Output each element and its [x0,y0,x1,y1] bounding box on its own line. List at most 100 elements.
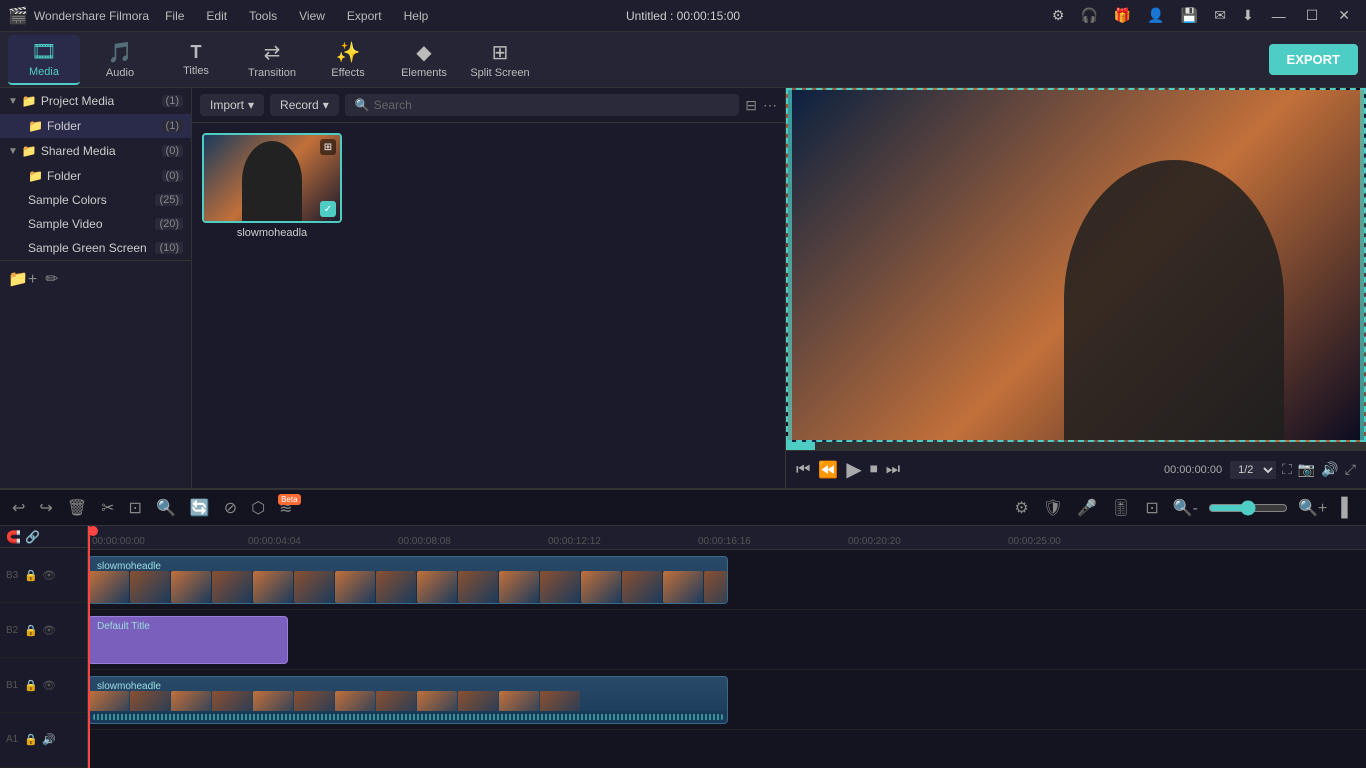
mail-icon[interactable]: ✉ [1208,5,1232,26]
rename-icon[interactable]: ✏ [45,269,58,289]
project-media-folder-count: (1) [162,120,183,132]
record-button[interactable]: Record ▾ [270,94,339,116]
export-button[interactable]: EXPORT [1269,44,1358,75]
track-a1[interactable] [88,730,1366,768]
rotate-button[interactable]: 🔄 [186,496,214,520]
project-media-folder[interactable]: 📁 Folder (1) [0,114,191,138]
sample-colors-item[interactable]: Sample Colors (25) [0,188,191,212]
crop-button[interactable]: ⊡ [125,496,146,520]
stop-button[interactable]: ⏹ [870,461,878,479]
eye-b1-icon[interactable]: 👁 [42,679,56,692]
toolbar-audio[interactable]: 🎵 Audio [84,35,156,85]
preview-fullscreen-icon[interactable]: ⛶ [1282,461,1292,478]
shared-media-section: ▼ 📁 Shared Media (0) 📁 Folder (0) [0,138,191,188]
delete-button[interactable]: 🗑 [63,496,91,520]
user-icon[interactable]: 👤 [1141,5,1170,26]
add-folder-icon[interactable]: 📁+ [8,269,37,289]
eye-a1-icon[interactable]: 🔊 [42,733,56,746]
step-back-button[interactable]: ⏪ [818,460,838,480]
play-button[interactable]: ▶ [846,457,861,482]
audio-clip-b1[interactable]: slowmoheadle [88,676,728,724]
keyframe-button[interactable]: ⬡ [247,496,269,520]
grid-icon: ⊞ [320,139,336,155]
menu-view[interactable]: View [289,5,335,27]
link-icon[interactable]: 🔗 [25,530,40,544]
track-b2[interactable]: Default Title [88,610,1366,670]
preview-more-icon[interactable]: ⤢ [1345,461,1356,478]
preview-time-display: 00:00:00:00 [1164,464,1222,476]
search-box[interactable]: 🔍 Search [345,94,740,116]
titlebar-menu: File Edit Tools View Export Help [155,5,438,27]
cut-button[interactable]: ✂ [97,496,118,520]
mic-button[interactable]: 🎤 [1073,496,1101,520]
project-media-header[interactable]: ▼ 📁 Project Media (1) [0,88,191,114]
save-icon[interactable]: 💾 [1175,5,1204,26]
track-b3[interactable]: slowmoheadle [88,550,1366,610]
track-label-a1: A1 🔒 🔊 [0,713,87,768]
preview-volume-icon[interactable]: 🔊 [1321,461,1338,478]
menu-edit[interactable]: Edit [196,5,237,27]
toolbar-effects[interactable]: ✨ Effects [312,35,384,85]
eye-b2-icon[interactable]: 👁 [42,624,56,637]
gift-icon[interactable]: 🎁 [1108,5,1137,26]
menu-help[interactable]: Help [394,5,439,27]
shared-media-folder-label: Folder [47,169,162,183]
elements-icon: ◆ [416,40,431,65]
ruler-mark-3: 00:00:12:12 [548,536,601,547]
preview-progress-bar[interactable] [786,442,1366,450]
titlebar-left: 🎬 Wondershare Filmora File Edit Tools Vi… [0,5,438,27]
render-button[interactable]: ⚙ [1010,496,1032,520]
audio-icon: 🎵 [108,40,133,65]
zoom-in-button[interactable]: 🔍+ [1294,496,1331,520]
menu-export[interactable]: Export [337,5,392,27]
timeline-options-button[interactable]: ▌ [1337,495,1358,520]
toolbar-titles[interactable]: T Titles [160,35,232,85]
zoom-button[interactable]: 🔍 [152,496,180,520]
video-clip-b3[interactable]: slowmoheadle [88,556,728,604]
preview-quality-select[interactable]: 1/2 Full [1230,461,1276,479]
toolbar-media[interactable]: 🎞 Media [8,35,80,85]
shared-media-header[interactable]: ▼ 📁 Shared Media (0) [0,138,191,164]
undo-button[interactable]: ↩ [8,496,29,520]
lock-b3-icon[interactable]: 🔒 [24,569,38,582]
audio-mix-button[interactable]: 🎚 [1107,496,1135,520]
maximize-button[interactable]: ☐ [1298,5,1327,26]
title-clip-b2[interactable]: Default Title [88,616,288,664]
lock-b1-icon[interactable]: 🔒 [24,679,38,692]
lock-b2-icon[interactable]: 🔒 [24,624,38,637]
download-icon[interactable]: ⬇ [1236,5,1260,26]
shield-button[interactable]: 🛡 [1039,496,1067,520]
sample-video-item[interactable]: Sample Video (20) [0,212,191,236]
preview-snapshot-icon[interactable]: 📷 [1298,461,1315,478]
lock-a1-icon[interactable]: 🔒 [24,733,38,746]
settings-icon[interactable]: ⚙ [1046,5,1071,26]
redo-button[interactable]: ↪ [35,496,56,520]
toolbar-transition[interactable]: ⇄ Transition [236,35,308,85]
zoom-slider[interactable] [1208,500,1288,516]
audio-label: Audio [106,67,134,79]
minimize-button[interactable]: — [1264,6,1294,26]
skip-back-button[interactable]: ⏮ [796,461,810,479]
captions-button[interactable]: ⊡ [1141,496,1162,520]
filter-icon[interactable]: ⊟ [745,97,757,114]
toolbar-elements[interactable]: ◆ Elements [388,35,460,85]
zoom-out-button[interactable]: 🔍- [1169,496,1202,520]
menu-tools[interactable]: Tools [239,5,287,27]
toolbar-splitscreen[interactable]: ⊞ Split Screen [464,35,536,85]
mask-button[interactable]: ⊘ [220,496,241,520]
menu-file[interactable]: File [155,5,194,27]
more-options-icon[interactable]: ⋯ [763,97,777,114]
magnet-icon[interactable]: 🧲 [6,530,21,544]
eye-b3-icon[interactable]: 👁 [42,569,56,582]
headphones-icon[interactable]: 🎧 [1074,5,1103,26]
audio-stretch-button[interactable]: ≋ Beta [275,496,296,520]
splitscreen-icon: ⊞ [492,40,509,65]
sample-green-screen-item[interactable]: Sample Green Screen (10) [0,236,191,260]
track-b1[interactable]: slowmoheadle [88,670,1366,730]
import-button[interactable]: Import ▾ [200,94,264,116]
close-button[interactable]: ✕ [1330,5,1358,26]
shared-media-folder[interactable]: 📁 Folder (0) [0,164,191,188]
list-item[interactable]: ⊞ ✓ slowmoheadla [202,133,342,239]
skip-forward-button[interactable]: ⏭ [886,461,900,479]
media-thumbnail[interactable]: ⊞ ✓ [202,133,342,223]
